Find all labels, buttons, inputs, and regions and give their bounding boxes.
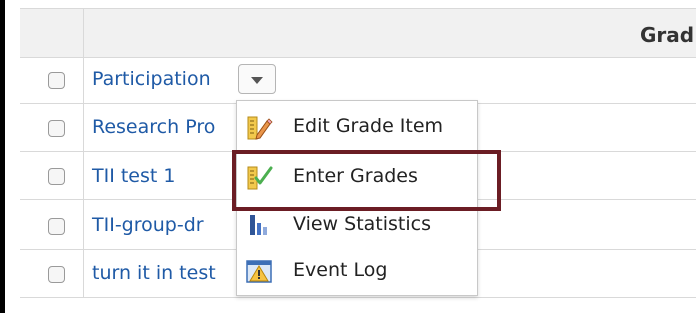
row-select-checkbox[interactable] bbox=[48, 218, 65, 235]
menu-item-label: Event Log bbox=[293, 259, 388, 281]
row-select-checkbox[interactable] bbox=[48, 72, 65, 89]
menu-item-label: Edit Grade Item bbox=[293, 115, 444, 137]
menu-item-label: View Statistics bbox=[293, 213, 431, 235]
event-log-warning-icon bbox=[246, 260, 272, 283]
grade-item-link[interactable]: Research Pro bbox=[92, 116, 215, 138]
grade-item-link[interactable]: TII-group-dr bbox=[92, 214, 204, 236]
statistics-icon bbox=[250, 215, 267, 235]
enter-grades-highlight-box bbox=[232, 150, 501, 211]
row-select-checkbox[interactable] bbox=[48, 168, 65, 185]
row-select-checkbox[interactable] bbox=[48, 266, 65, 283]
header-grade-item-title: Grad bbox=[640, 23, 695, 47]
menu-item-edit-grade-item[interactable]: Edit Grade Item bbox=[237, 105, 477, 149]
grades-table-header: Grad bbox=[20, 8, 696, 59]
chevron-down-icon bbox=[251, 77, 263, 84]
grade-item-link[interactable]: turn it in test bbox=[92, 262, 216, 284]
row-select-checkbox[interactable] bbox=[48, 120, 65, 137]
header-checkbox-column bbox=[20, 9, 84, 59]
grade-item-link[interactable]: Participation bbox=[92, 68, 211, 90]
grade-item-link[interactable]: TII test 1 bbox=[92, 165, 175, 187]
menu-item-event-log[interactable]: Event Log bbox=[237, 249, 477, 293]
edit-grade-item-icon bbox=[247, 116, 273, 140]
grade-item-actions-dropdown-button[interactable] bbox=[238, 64, 276, 94]
